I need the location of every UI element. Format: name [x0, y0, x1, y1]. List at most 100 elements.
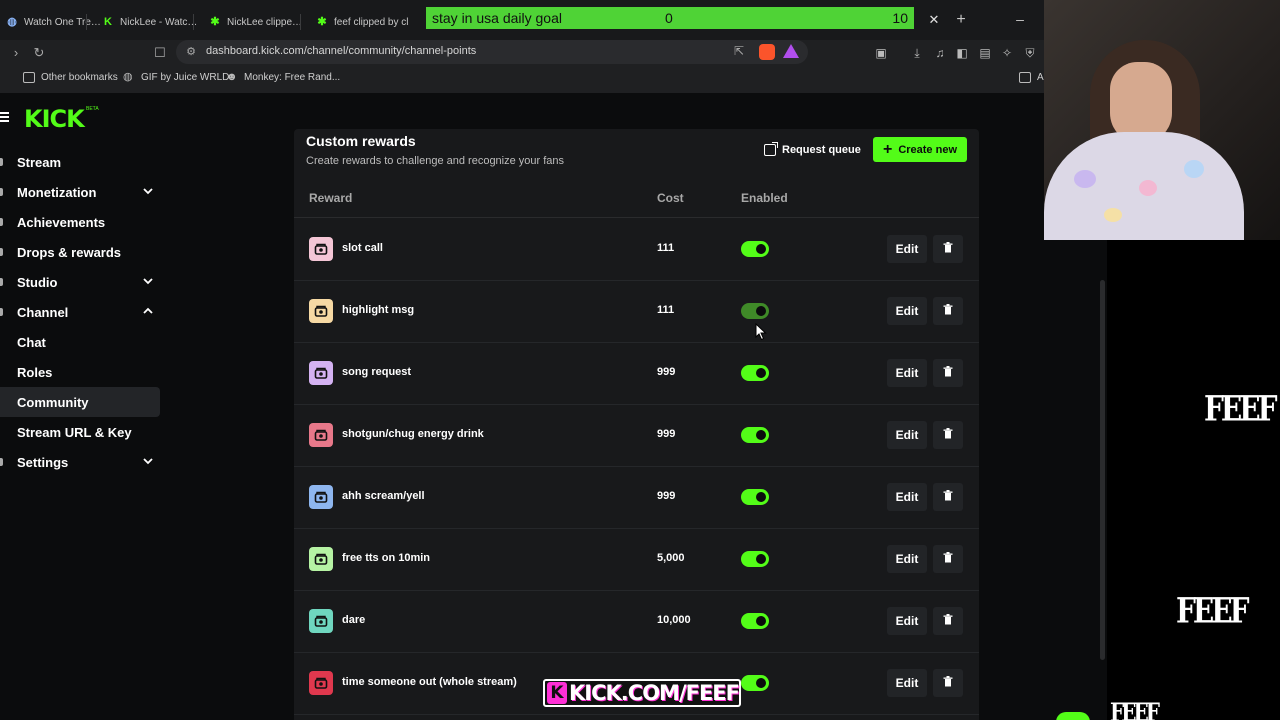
edit-button[interactable]: Edit: [887, 359, 927, 387]
request-queue-button[interactable]: Request queue: [764, 137, 861, 163]
tab-divider: [193, 14, 194, 30]
reward-cost: 111: [657, 242, 675, 254]
kick-icon: K: [104, 16, 112, 28]
bookmark-other[interactable]: Other bookmarks: [23, 72, 118, 83]
toggle-knob: [756, 306, 766, 316]
download-icon[interactable]: ⤓: [909, 45, 925, 61]
sidebar-item-monetization[interactable]: Monetization: [0, 177, 164, 207]
toggle-knob: [756, 368, 766, 378]
sidebar-item-stream[interactable]: Stream: [0, 147, 164, 177]
kick-logo[interactable]: KICK: [24, 105, 85, 133]
delete-button[interactable]: [933, 607, 963, 635]
sidebar-item-settings[interactable]: Settings: [0, 447, 164, 477]
sidebar-item-stream-url-key[interactable]: Stream URL & Key: [0, 417, 164, 447]
edit-button[interactable]: Edit: [887, 669, 927, 697]
vpn-icon[interactable]: ⛨: [1022, 45, 1038, 61]
goal-current-value: 0: [665, 10, 673, 26]
edit-button[interactable]: Edit: [887, 297, 927, 325]
url-text[interactable]: dashboard.kick.com/channel/community/cha…: [206, 45, 476, 57]
bookmark-overflow[interactable]: A: [1019, 72, 1044, 83]
enabled-toggle[interactable]: [741, 427, 769, 443]
tab-watch-one-tree[interactable]: ◍ Watch One Tree H: [0, 8, 108, 36]
daily-goal-overlay: stay in usa daily goal 0 10: [426, 7, 914, 29]
minimize-window-button[interactable]: –: [1012, 12, 1028, 28]
sidebar-item-community[interactable]: Community: [0, 387, 160, 417]
reward-cost: 10,000: [657, 614, 691, 626]
create-new-label: Create new: [898, 143, 958, 156]
share-icon[interactable]: ⇱: [731, 44, 747, 60]
enabled-toggle[interactable]: [741, 675, 769, 691]
globe-icon: ◍: [7, 16, 17, 28]
globe-icon: ◍: [123, 71, 133, 83]
enabled-toggle[interactable]: [741, 613, 769, 629]
delete-button[interactable]: [933, 235, 963, 263]
sidebar-item-studio[interactable]: Studio: [0, 267, 164, 297]
sidebar-item-roles[interactable]: Roles: [0, 357, 164, 387]
sidebar-item-drops-rewards[interactable]: Drops & rewards: [0, 237, 164, 267]
delete-button[interactable]: [933, 359, 963, 387]
table-row: free tts on 10min 5,000 Edit: [294, 529, 979, 591]
tab-nicklee-clipped[interactable]: ✱ NickLee clipped b: [203, 8, 311, 36]
table-row: shotgun/chug energy drink 999 Edit: [294, 405, 979, 467]
enabled-toggle[interactable]: [741, 551, 769, 567]
delete-button[interactable]: [933, 483, 963, 511]
reward-icon: [309, 485, 333, 509]
edit-button[interactable]: Edit: [887, 483, 927, 511]
brave-shields-icon[interactable]: [759, 44, 775, 60]
bookmark-monkey[interactable]: ☻ Monkey: Free Rand...: [226, 72, 340, 84]
delete-button[interactable]: [933, 545, 963, 573]
wallet-icon[interactable]: ▤: [977, 45, 993, 61]
reload-icon[interactable]: ↻: [30, 44, 48, 62]
sidebar-marker: [0, 278, 3, 286]
close-tab-icon[interactable]: ✕: [926, 12, 942, 28]
delete-button[interactable]: [933, 297, 963, 325]
media-icon[interactable]: ♫: [932, 45, 948, 61]
sidebar-toggle-icon[interactable]: ◧: [954, 45, 970, 61]
edit-button[interactable]: Edit: [887, 421, 927, 449]
leo-ai-icon[interactable]: ✧: [999, 45, 1015, 61]
reward-title: time someone out (whole stream): [342, 676, 517, 688]
tab-nicklee-watch[interactable]: K NickLee - Watch c: [96, 8, 204, 36]
bookmark-gif-juice-wrld[interactable]: ◍ GIF by Juice WRLD: [123, 71, 229, 84]
enabled-toggle[interactable]: [741, 489, 769, 505]
sidebar-item-label: Stream URL & Key: [17, 424, 132, 440]
enabled-toggle[interactable]: [741, 241, 769, 257]
table-row: song request 999 Edit: [294, 343, 979, 405]
reward-title: shotgun/chug energy drink: [342, 428, 484, 440]
sidebar-item-chat[interactable]: Chat: [0, 327, 164, 357]
enabled-toggle[interactable]: [741, 365, 769, 381]
sidebar-item-achievements[interactable]: Achievements: [0, 207, 164, 237]
tab-divider: [300, 14, 301, 30]
tab-label: NickLee - Watch c: [120, 16, 198, 28]
edit-button[interactable]: Edit: [887, 607, 927, 635]
stream-side-panel: [1107, 240, 1280, 720]
page-scrollbar[interactable]: [1100, 280, 1105, 660]
sidebar-marker: [0, 188, 3, 196]
site-settings-icon[interactable]: ⚙: [184, 45, 198, 59]
sidebar-item-label: Drops & rewards: [17, 244, 122, 260]
new-tab-button[interactable]: +: [953, 12, 969, 28]
edit-button[interactable]: Edit: [887, 545, 927, 573]
tab-label: Watch One Tree H: [24, 16, 102, 28]
brave-rewards-icon[interactable]: [783, 44, 799, 58]
address-bar[interactable]: ⚙ dashboard.kick.com/channel/community/c…: [176, 40, 808, 64]
delete-button[interactable]: [933, 669, 963, 697]
external-link-icon: [764, 142, 778, 156]
reward-icon: [309, 237, 333, 261]
reward-cost: 999: [657, 428, 676, 440]
sidebar-marker: [0, 218, 3, 226]
sidebar-item-channel[interactable]: Channel: [0, 297, 164, 327]
tab-feef-clipped[interactable]: ✱ feef clipped by cl: [310, 8, 418, 36]
forward-icon[interactable]: ›: [7, 44, 25, 62]
enabled-toggle[interactable]: [741, 303, 769, 319]
screenshot-icon[interactable]: ▣: [873, 45, 889, 61]
menu-icon[interactable]: [0, 112, 10, 122]
reward-icon: [309, 423, 333, 447]
webcam-feed: [1044, 0, 1280, 240]
goal-title: stay in usa daily goal: [432, 10, 562, 26]
sidebar-marker: [0, 458, 3, 466]
bookmark-icon[interactable]: ☐: [151, 44, 169, 62]
create-new-button[interactable]: + Create new: [873, 137, 967, 162]
delete-button[interactable]: [933, 421, 963, 449]
edit-button[interactable]: Edit: [887, 235, 927, 263]
